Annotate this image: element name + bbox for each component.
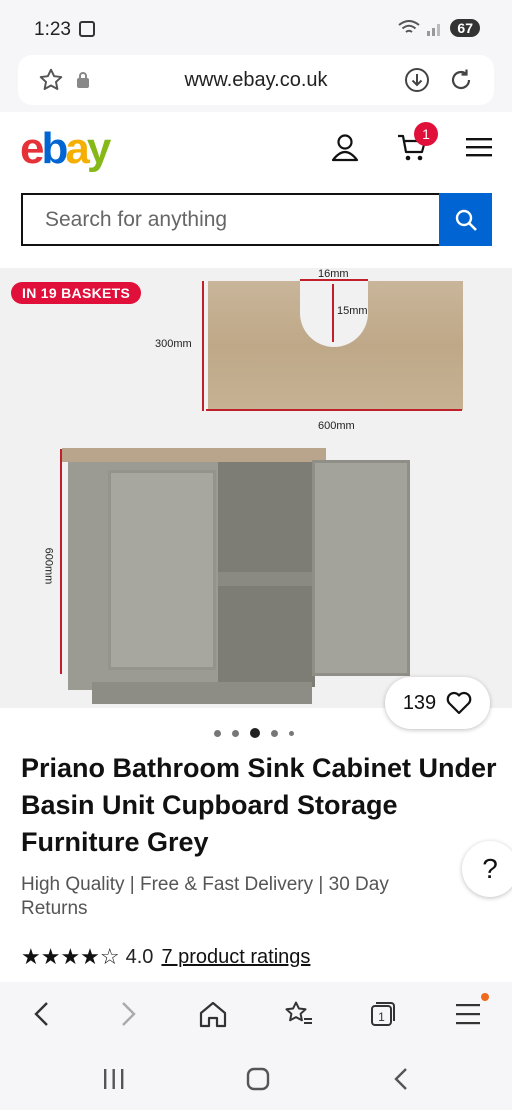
cart-count-badge: 1 bbox=[414, 122, 438, 146]
cabinet-base bbox=[92, 682, 312, 704]
wifi-icon bbox=[398, 20, 421, 33]
url-bar[interactable]: www.ebay.co.uk bbox=[18, 55, 494, 105]
dim-width: 600mm bbox=[318, 420, 355, 432]
home-icon[interactable] bbox=[198, 1000, 228, 1028]
dim-notch-width: 16mm bbox=[318, 268, 349, 280]
battery-indicator: 67 bbox=[450, 19, 480, 37]
ebay-logo[interactable]: ebay bbox=[20, 124, 112, 174]
system-back-icon[interactable] bbox=[390, 1066, 414, 1092]
watchlist-button[interactable]: 139 bbox=[385, 677, 490, 729]
logo-letter: e bbox=[20, 124, 45, 173]
dim-height: 600mm bbox=[42, 547, 55, 585]
status-bar: 1:23 67 bbox=[0, 0, 512, 56]
home-button-icon[interactable] bbox=[245, 1066, 271, 1092]
tabs-icon[interactable]: 1 bbox=[369, 1000, 397, 1028]
dimension-line bbox=[60, 449, 62, 674]
forward-icon[interactable] bbox=[116, 1000, 140, 1028]
download-icon[interactable] bbox=[404, 67, 430, 93]
dimension-line bbox=[202, 281, 204, 411]
screen-record-icon bbox=[79, 21, 95, 37]
cabinet-top bbox=[62, 448, 326, 462]
rating-value: 4.0 bbox=[125, 945, 154, 968]
dim-depth: 300mm bbox=[155, 338, 192, 350]
user-account-icon[interactable] bbox=[330, 132, 360, 162]
carousel-dot[interactable] bbox=[214, 729, 221, 737]
svg-text:1: 1 bbox=[378, 1010, 385, 1024]
notification-dot bbox=[481, 993, 489, 1001]
help-button[interactable]: ? bbox=[462, 841, 512, 897]
carousel-dot[interactable] bbox=[232, 729, 239, 737]
heart-icon bbox=[446, 691, 472, 715]
dimension-line bbox=[206, 409, 462, 411]
carousel-dot[interactable] bbox=[271, 729, 278, 737]
signal-icon bbox=[427, 24, 441, 36]
product-title: Priano Bathroom Sink Cabinet Under Basin… bbox=[21, 753, 497, 857]
star-rating-icon: ★★★★☆ bbox=[21, 944, 120, 969]
cabinet-door-left bbox=[108, 470, 216, 670]
reload-icon[interactable] bbox=[448, 67, 474, 93]
ratings-link[interactable]: 7 product ratings bbox=[161, 946, 310, 969]
dim-notch-depth: 15mm bbox=[337, 305, 368, 317]
carousel-dots bbox=[214, 728, 294, 738]
search-input[interactable] bbox=[45, 195, 425, 244]
back-icon[interactable] bbox=[30, 1000, 54, 1028]
dimension-line bbox=[332, 284, 334, 342]
logo-letter: y bbox=[86, 124, 112, 173]
cabinet-door-right bbox=[312, 460, 410, 676]
carousel-dot[interactable] bbox=[289, 730, 294, 736]
rating-row: ★★★★☆ 4.0 7 product ratings bbox=[21, 944, 310, 970]
search-icon bbox=[455, 209, 477, 231]
logo-letter: a bbox=[65, 124, 90, 173]
product-subtitle: High Quality | Free & Fast Delivery | 30… bbox=[21, 874, 389, 919]
bookmarks-icon[interactable] bbox=[283, 1000, 313, 1028]
recent-apps-icon[interactable] bbox=[102, 1066, 126, 1092]
browser-nav-bar: 1 bbox=[0, 982, 512, 1044]
favorites-count: 139 bbox=[402, 691, 437, 714]
status-time: 1:23 bbox=[34, 19, 71, 40]
cabinet-shelf bbox=[218, 572, 314, 586]
browser-menu-icon[interactable] bbox=[456, 1000, 482, 1028]
question-icon: ? bbox=[482, 853, 498, 884]
hamburger-menu-icon[interactable] bbox=[466, 136, 492, 158]
logo-letter: b bbox=[41, 124, 68, 173]
search-button[interactable] bbox=[439, 193, 492, 246]
baskets-badge: IN 19 BASKETS bbox=[11, 282, 142, 304]
search-box bbox=[21, 193, 439, 246]
carousel-dot-active[interactable] bbox=[250, 728, 260, 738]
status-right: 67 bbox=[398, 19, 480, 37]
